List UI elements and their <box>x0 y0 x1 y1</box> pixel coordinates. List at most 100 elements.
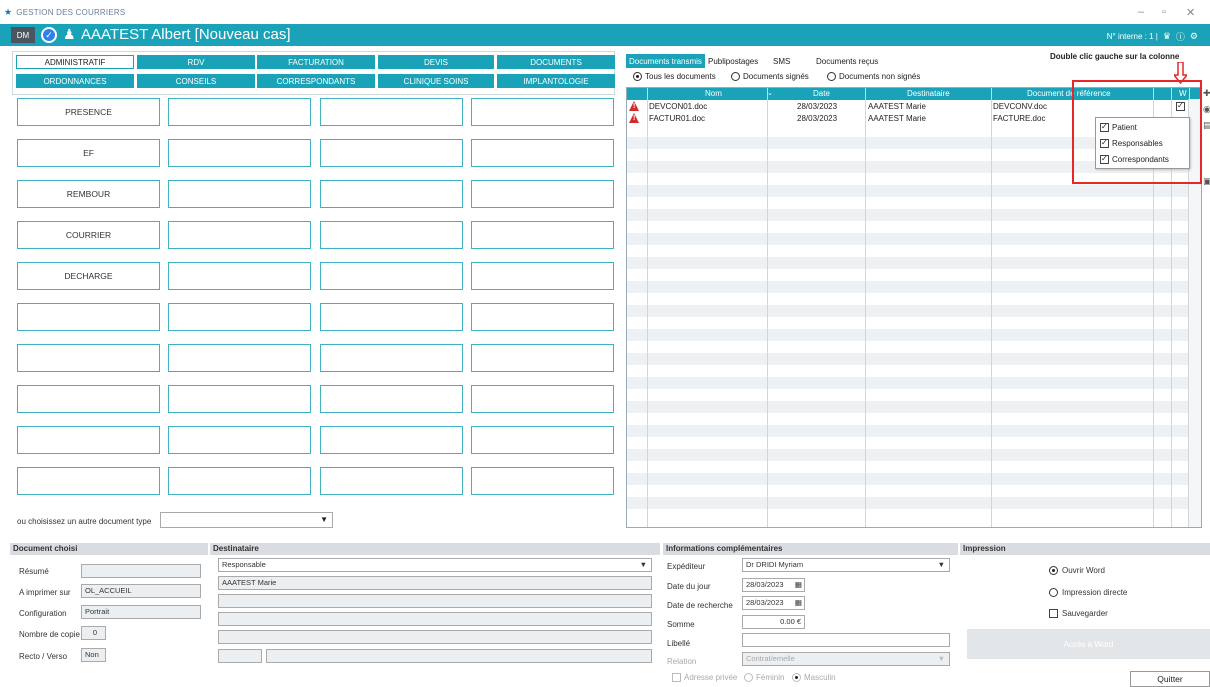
table-row[interactable] <box>627 413 1201 425</box>
tab-conseils[interactable]: CONSEILS <box>137 74 255 88</box>
table-row[interactable] <box>627 317 1201 329</box>
tab-facturation[interactable]: FACTURATION <box>257 55 375 69</box>
doc-button-empty[interactable] <box>17 467 160 495</box>
doc-button-empty[interactable] <box>471 221 614 249</box>
doc-button-empty[interactable] <box>471 426 614 454</box>
doc-button-empty[interactable] <box>320 139 463 167</box>
table-row[interactable] <box>627 233 1201 245</box>
masculin-radio[interactable]: Masculin <box>792 673 836 682</box>
doc-button-empty[interactable] <box>320 385 463 413</box>
table-row[interactable] <box>627 461 1201 473</box>
table-row[interactable] <box>627 437 1201 449</box>
view-icon[interactable]: ◉ <box>1203 104 1210 115</box>
doc-button-empty[interactable] <box>471 139 614 167</box>
doc-button-courrier[interactable]: COURRIER <box>17 221 160 249</box>
doc-button-empty[interactable] <box>168 303 311 331</box>
table-row[interactable] <box>627 329 1201 341</box>
doc-button-empty[interactable] <box>320 221 463 249</box>
filter-signed[interactable]: Documents signés <box>731 72 809 81</box>
table-row[interactable] <box>627 509 1201 521</box>
filter-unsigned[interactable]: Documents non signés <box>827 72 920 81</box>
table-row[interactable] <box>627 245 1201 257</box>
table-row[interactable] <box>627 425 1201 437</box>
sauvegarder-checkbox[interactable]: Sauvegarder <box>1049 609 1108 618</box>
other-doc-select[interactable]: ▼ <box>160 512 333 528</box>
doc-button-presence[interactable]: PRESENCE <box>17 98 160 126</box>
table-row[interactable] <box>627 401 1201 413</box>
doc-button-decharge[interactable]: DECHARGE <box>17 262 160 290</box>
config-field[interactable]: Portrait <box>81 605 201 619</box>
table-row[interactable] <box>627 221 1201 233</box>
table-row[interactable] <box>627 497 1201 509</box>
address-line-1[interactable] <box>218 594 652 608</box>
table-row[interactable] <box>627 389 1201 401</box>
table-row[interactable] <box>627 293 1201 305</box>
table-row[interactable] <box>627 257 1201 269</box>
somme-field[interactable]: 0.00 € <box>742 615 805 629</box>
table-row[interactable] <box>627 281 1201 293</box>
tab-devis[interactable]: DEVIS <box>378 55 494 69</box>
table-row[interactable] <box>627 341 1201 353</box>
doc-button-rembour[interactable]: REMBOUR <box>17 180 160 208</box>
doc-button-empty[interactable] <box>471 262 614 290</box>
acces-word-button[interactable]: Accès à Word <box>967 629 1210 659</box>
tab-rdv[interactable]: RDV <box>137 55 255 69</box>
doc-button-empty[interactable] <box>168 467 311 495</box>
tab-documents[interactable]: DOCUMENTS <box>497 55 615 69</box>
calendar-icon[interactable]: ▦ <box>795 597 802 609</box>
doc-button-empty[interactable] <box>320 180 463 208</box>
patient-status-icon[interactable]: ✓ <box>41 27 57 43</box>
tab-clinique-soins[interactable]: CLINIQUE SOINS <box>378 74 494 88</box>
table-row[interactable] <box>627 449 1201 461</box>
expediteur-select[interactable]: Dr DRIDI Myriam ▼ <box>742 558 950 572</box>
doc-button-empty[interactable] <box>320 98 463 126</box>
doc-button-empty[interactable] <box>471 180 614 208</box>
address-line-2[interactable] <box>218 612 652 626</box>
doc-button-empty[interactable] <box>168 426 311 454</box>
table-row[interactable] <box>627 365 1201 377</box>
table-row[interactable] <box>627 485 1201 497</box>
doc-button-empty[interactable] <box>471 98 614 126</box>
tab-documents-transmis[interactable]: Documents transmis <box>626 54 705 68</box>
print-icon[interactable]: ▤ <box>1203 120 1210 131</box>
doc-button-empty[interactable] <box>17 344 160 372</box>
recto-field[interactable]: Non <box>81 648 106 662</box>
table-row[interactable] <box>627 209 1201 221</box>
close-button[interactable]: ✕ <box>1186 6 1195 19</box>
info-icon[interactable]: ⓘ <box>1176 30 1185 43</box>
doc-button-empty[interactable] <box>320 467 463 495</box>
doc-button-empty[interactable] <box>168 344 311 372</box>
postal-code[interactable] <box>218 649 262 663</box>
gear-icon[interactable]: ⚙ <box>1190 31 1198 42</box>
tab-documents-recus[interactable]: Documents reçus <box>813 54 881 68</box>
popup-responsables[interactable]: Responsables <box>1100 138 1163 148</box>
adresse-privee-checkbox[interactable]: Adresse privée <box>672 673 737 682</box>
date-jour-field[interactable]: 28/03/2023 ▦ <box>742 578 805 592</box>
address-line-3[interactable] <box>218 630 652 644</box>
libelle-field[interactable] <box>742 633 950 647</box>
table-row[interactable] <box>627 197 1201 209</box>
date-recherche-field[interactable]: 28/03/2023 ▦ <box>742 596 805 610</box>
filter-all[interactable]: Tous les documents <box>633 72 716 81</box>
doc-button-empty[interactable] <box>168 180 311 208</box>
tab-correspondants[interactable]: CORRESPONDANTS <box>257 74 375 88</box>
doc-button-empty[interactable] <box>168 385 311 413</box>
resume-field[interactable] <box>81 564 201 578</box>
destinataire-type-select[interactable]: Responsable ▼ <box>218 558 652 572</box>
doc-button-empty[interactable] <box>17 385 160 413</box>
col-nom[interactable]: Nom <box>705 89 722 98</box>
tab-administratif[interactable]: ADMINISTRATIF <box>16 55 134 69</box>
relation-select[interactable]: Contrat/emelle ▼ <box>742 652 950 666</box>
doc-button-empty[interactable] <box>168 139 311 167</box>
table-row[interactable] <box>627 377 1201 389</box>
tooth-icon[interactable]: ♛ <box>1163 31 1171 42</box>
imprimer-field[interactable]: OL_ACCUEIL <box>81 584 201 598</box>
tab-ordonnances[interactable]: ORDONNANCES <box>16 74 134 88</box>
city[interactable] <box>266 649 652 663</box>
col-destinataire[interactable]: Destinataire <box>907 89 950 98</box>
ouvrir-word-radio[interactable]: Ouvrir Word <box>1049 566 1105 575</box>
minimize-button[interactable]: – <box>1138 6 1144 18</box>
maximize-button[interactable]: ▫ <box>1162 6 1166 18</box>
table-row[interactable] <box>627 269 1201 281</box>
table-row[interactable] <box>627 305 1201 317</box>
